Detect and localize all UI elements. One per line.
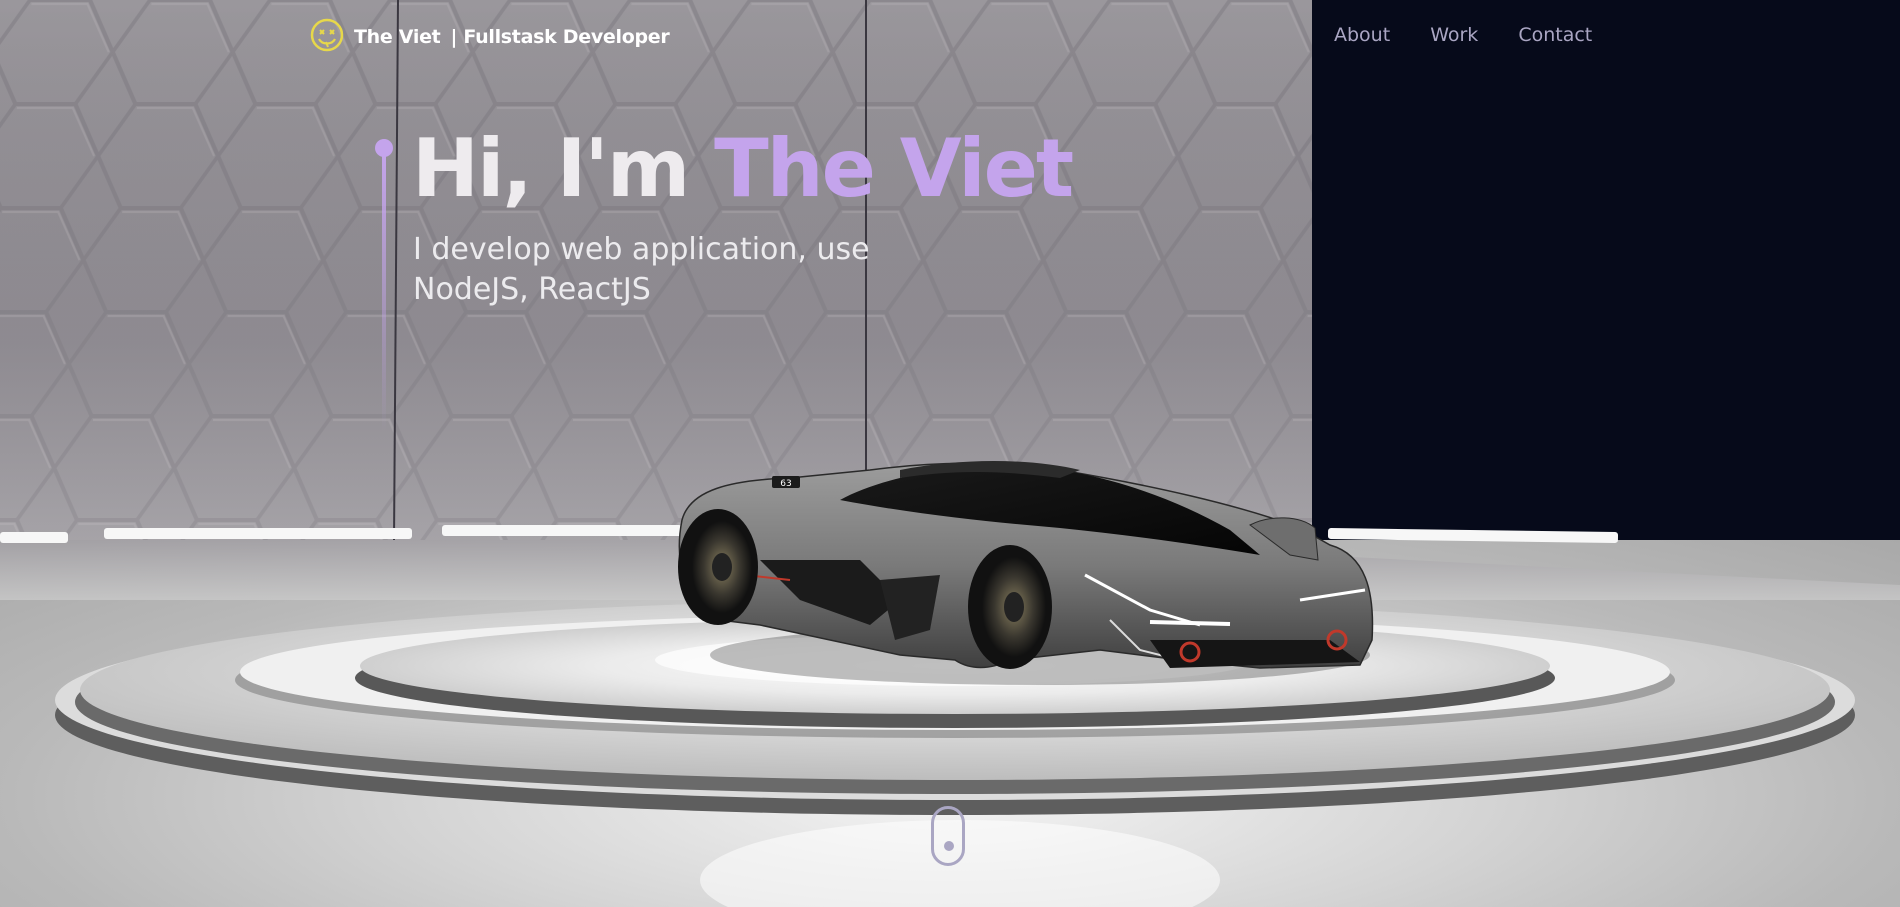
- scroll-dot: [944, 841, 954, 851]
- nav-link-work[interactable]: Work: [1430, 24, 1478, 46]
- smiley-face-icon: [310, 18, 344, 56]
- hero-subtitle: I develop web application, use NodeJS, Re…: [413, 230, 933, 310]
- hero-subtitle-line-1: I develop web application, use: [413, 232, 870, 267]
- hero-title: Hi, I'm The Viet: [412, 122, 1074, 215]
- main-nav: About Work Contact: [1334, 24, 1592, 46]
- hero-subtitle-line-2: NodeJS, ReactJS: [413, 272, 651, 307]
- mouse-scroll-icon[interactable]: [931, 806, 965, 866]
- nav-link-about[interactable]: About: [1334, 24, 1390, 46]
- hero-scene: 63 The Viet | Fullstask Developer About …: [0, 0, 1900, 907]
- brand-tagline: | Fullstask Developer: [450, 26, 670, 48]
- hero-greeting: Hi, I'm: [412, 122, 690, 215]
- brand-home-link[interactable]: The Viet | Fullstask Developer: [310, 18, 670, 56]
- brand-name: The Viet: [354, 26, 441, 48]
- nav-link-contact[interactable]: Contact: [1518, 24, 1592, 46]
- car-badge: 63: [780, 479, 791, 489]
- hero-name: The Viet: [714, 122, 1074, 215]
- hero-accent-line: [375, 139, 393, 432]
